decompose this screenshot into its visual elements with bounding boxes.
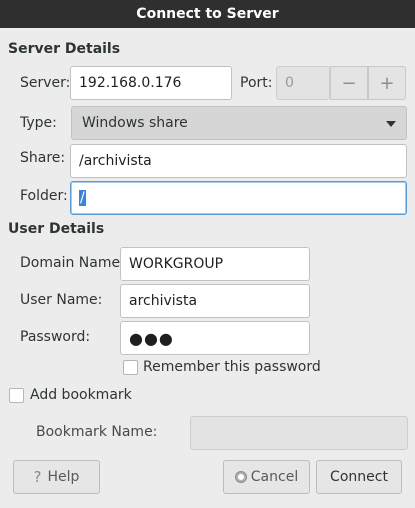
share-label: Share: (20, 150, 66, 166)
port-decrement-button[interactable]: − (330, 66, 368, 100)
share-field[interactable]: /archivista (70, 144, 407, 178)
server-field[interactable]: 192.168.0.176 (70, 66, 232, 100)
password-value: ●●● (129, 328, 174, 348)
port-increment-button[interactable]: + (368, 66, 406, 100)
title-bar: Connect to Server (0, 0, 415, 28)
port-field[interactable]: 0 (276, 66, 330, 100)
server-label: Server: (20, 75, 71, 91)
cancel-button[interactable]: Cancel (223, 460, 310, 494)
password-field[interactable]: ●●● (120, 321, 310, 355)
type-dropdown[interactable]: Windows share (71, 106, 407, 140)
help-icon: ? (33, 468, 42, 486)
user-name-label: User Name: (20, 292, 103, 308)
plus-icon: + (379, 72, 395, 94)
window-title: Connect to Server (136, 6, 279, 22)
user-name-value: archivista (129, 293, 198, 309)
connect-button-label: Connect (330, 469, 388, 485)
connect-button[interactable]: Connect (316, 460, 402, 494)
bookmark-name-field[interactable] (190, 416, 408, 450)
help-button[interactable]: ? Help (13, 460, 100, 494)
bookmark-name-label: Bookmark Name: (36, 424, 158, 440)
remember-password-checkbox[interactable] (123, 360, 138, 375)
domain-field[interactable]: WORKGROUP (120, 247, 310, 281)
remember-password-label: Remember this password (143, 359, 321, 375)
password-label: Password: (20, 329, 91, 345)
domain-label: Domain Name: (20, 255, 125, 271)
minus-icon: − (341, 72, 357, 94)
type-label: Type: (20, 115, 57, 131)
share-value: /archivista (79, 153, 152, 169)
server-value: 192.168.0.176 (79, 75, 182, 91)
add-bookmark-checkbox[interactable] (9, 388, 24, 403)
chevron-down-icon (386, 121, 396, 127)
server-details-heading: Server Details (8, 41, 121, 57)
folder-label: Folder: (20, 188, 68, 204)
domain-value: WORKGROUP (129, 256, 224, 272)
cancel-button-label: Cancel (250, 469, 299, 485)
user-name-field[interactable]: archivista (120, 284, 310, 318)
folder-field[interactable]: / (70, 181, 407, 215)
stop-icon (234, 471, 247, 483)
add-bookmark-label: Add bookmark (30, 387, 132, 403)
folder-value: / (79, 190, 86, 206)
type-value: Windows share (82, 115, 188, 131)
user-details-heading: User Details (8, 221, 105, 237)
port-value: 0 (285, 75, 294, 91)
help-button-label: Help (47, 469, 80, 485)
port-label: Port: (240, 75, 273, 91)
